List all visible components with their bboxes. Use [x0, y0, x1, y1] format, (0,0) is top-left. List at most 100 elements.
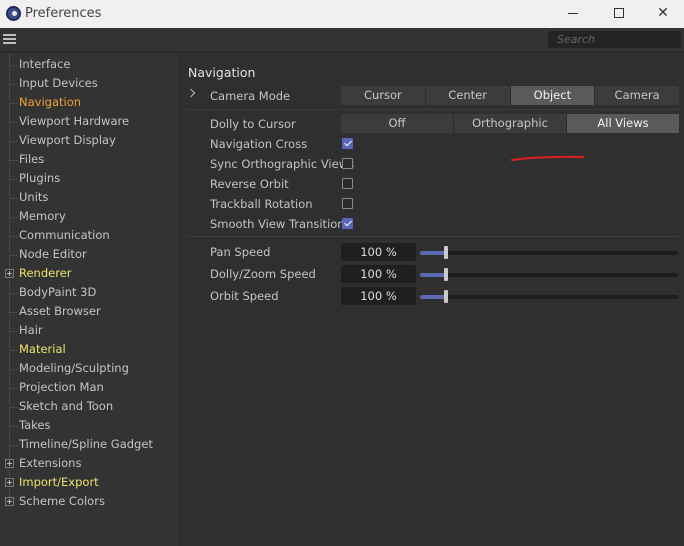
camera-mode-segmented: Cursor Center Object Camera: [341, 86, 679, 105]
minimize-icon: [568, 12, 578, 14]
pan-speed-slider[interactable]: [420, 246, 678, 259]
window-title: Preferences: [25, 6, 102, 21]
expand-plus-icon[interactable]: [5, 459, 14, 468]
sidebar-item-viewport-display[interactable]: Viewport Display: [19, 131, 116, 150]
camera-mode-option-center[interactable]: Center: [426, 86, 511, 105]
search-input[interactable]: Search: [548, 31, 681, 48]
trackball-rotation-checkbox[interactable]: [342, 198, 353, 209]
hamburger-menu-icon[interactable]: [3, 34, 16, 45]
dolly-zoom-speed-slider-handle[interactable]: [444, 268, 448, 281]
tree-connector: [10, 426, 17, 427]
camera-mode-label: Camera Mode: [210, 89, 291, 103]
settings-panel: Navigation Camera Mode Cursor Center Objec…: [181, 53, 684, 546]
title-bar: Preferences ✕: [0, 0, 684, 28]
tree-connector: [10, 103, 17, 104]
separator: [186, 109, 679, 110]
sidebar-item-takes[interactable]: Takes: [19, 416, 51, 435]
tree-connector: [10, 445, 17, 446]
smooth-view-transition-checkbox[interactable]: [342, 218, 353, 229]
sidebar-item-files[interactable]: Files: [19, 150, 44, 169]
tree-connector: [10, 65, 17, 66]
tree-connector: [10, 122, 17, 123]
sidebar-item-modeling-sculpting[interactable]: Modeling/Sculpting: [19, 359, 129, 378]
tree-connector: [10, 198, 17, 199]
reverse-orbit-label: Reverse Orbit: [210, 177, 289, 191]
sidebar-item-sketch-and-toon[interactable]: Sketch and Toon: [19, 397, 113, 416]
expand-plus-icon[interactable]: [5, 478, 14, 487]
orbit-speed-slider-handle[interactable]: [444, 290, 448, 303]
tree-connector: [10, 369, 17, 370]
maximize-button[interactable]: [596, 0, 642, 28]
dolly-to-cursor-option-orthographic[interactable]: Orthographic: [454, 114, 567, 133]
tree-connector: [10, 331, 17, 332]
pan-speed-field[interactable]: 100 %: [341, 243, 416, 261]
sidebar-item-asset-browser[interactable]: Asset Browser: [19, 302, 101, 321]
red-annotation-underline: [510, 155, 585, 162]
sidebar-item-interface[interactable]: Interface: [19, 55, 71, 74]
camera-mode-option-camera[interactable]: Camera: [595, 86, 679, 105]
expand-plus-icon[interactable]: [5, 497, 14, 506]
smooth-view-transition-label: Smooth View Transition: [210, 217, 345, 231]
sidebar-item-node-editor[interactable]: Node Editor: [19, 245, 87, 264]
sidebar-item-extensions[interactable]: Extensions: [19, 454, 81, 473]
dolly-to-cursor-segmented: Off Orthographic All Views: [341, 114, 679, 133]
sidebar-item-bodypaint-3d[interactable]: BodyPaint 3D: [19, 283, 96, 302]
maximize-icon: [614, 8, 624, 18]
dolly-to-cursor-option-all-views[interactable]: All Views: [567, 114, 679, 133]
orbit-speed-slider-fill: [420, 295, 446, 299]
reverse-orbit-checkbox[interactable]: [342, 178, 353, 189]
toolbar: Search: [0, 28, 684, 52]
close-button[interactable]: ✕: [640, 0, 684, 28]
sync-orthographic-views-label: Sync Orthographic Views: [210, 157, 355, 171]
tree-connector: [10, 160, 17, 161]
minimize-button[interactable]: [550, 0, 596, 28]
sidebar-item-plugins[interactable]: Plugins: [19, 169, 60, 188]
tree-connector: [10, 84, 17, 85]
camera-mode-option-object[interactable]: Object: [510, 86, 596, 105]
tree-connector: [10, 179, 17, 180]
dolly-zoom-speed-label: Dolly/Zoom Speed: [210, 267, 316, 281]
sidebar-item-units[interactable]: Units: [19, 188, 48, 207]
sidebar-item-memory[interactable]: Memory: [19, 207, 66, 226]
pan-speed-slider-fill: [420, 251, 446, 255]
sidebar-item-material[interactable]: Material: [19, 340, 66, 359]
tree-connector: [10, 236, 17, 237]
dolly-zoom-speed-slider[interactable]: [420, 268, 678, 281]
tree-connector: [10, 293, 17, 294]
sidebar-item-input-devices[interactable]: Input Devices: [19, 74, 98, 93]
orbit-speed-label: Orbit Speed: [210, 289, 279, 303]
sidebar-item-navigation[interactable]: Navigation: [19, 93, 81, 112]
sidebar-item-hair[interactable]: Hair: [19, 321, 43, 340]
app-logo-icon: [6, 6, 21, 21]
dolly-zoom-speed-field[interactable]: 100 %: [341, 265, 416, 283]
tree-connector: [10, 388, 17, 389]
dolly-to-cursor-option-off[interactable]: Off: [341, 114, 454, 133]
tree-connector: [10, 217, 17, 218]
sidebar-item-import-export[interactable]: Import/Export: [19, 473, 99, 492]
pan-speed-label: Pan Speed: [210, 245, 271, 259]
tree-connector: [10, 141, 17, 142]
section-title: Navigation: [188, 65, 256, 80]
sidebar-item-scheme-colors[interactable]: Scheme Colors: [19, 492, 105, 511]
close-icon: ✕: [657, 5, 669, 21]
navigation-cross-checkbox[interactable]: [342, 138, 353, 149]
sidebar-item-renderer[interactable]: Renderer: [19, 264, 72, 283]
tree-connector: [10, 312, 17, 313]
tree-connector: [10, 407, 17, 408]
trackball-rotation-label: Trackball Rotation: [210, 197, 313, 211]
pan-speed-slider-handle[interactable]: [444, 246, 448, 259]
sidebar-item-communication[interactable]: Communication: [19, 226, 110, 245]
separator: [186, 236, 679, 237]
navigation-cross-label: Navigation Cross: [210, 137, 308, 151]
sidebar-item-viewport-hardware[interactable]: Viewport Hardware: [19, 112, 129, 131]
sync-orthographic-views-checkbox[interactable]: [342, 158, 353, 169]
orbit-speed-field[interactable]: 100 %: [341, 287, 416, 305]
expand-plus-icon[interactable]: [5, 269, 14, 278]
tree-connector: [10, 255, 17, 256]
camera-mode-option-cursor[interactable]: Cursor: [341, 86, 426, 105]
sidebar-item-timeline-spline-gadget[interactable]: Timeline/Spline Gadget: [19, 435, 153, 454]
orbit-speed-slider[interactable]: [420, 290, 678, 303]
chevron-right-icon[interactable]: [188, 89, 196, 97]
sidebar-item-projection-man[interactable]: Projection Man: [19, 378, 104, 397]
dolly-zoom-speed-slider-fill: [420, 273, 446, 277]
